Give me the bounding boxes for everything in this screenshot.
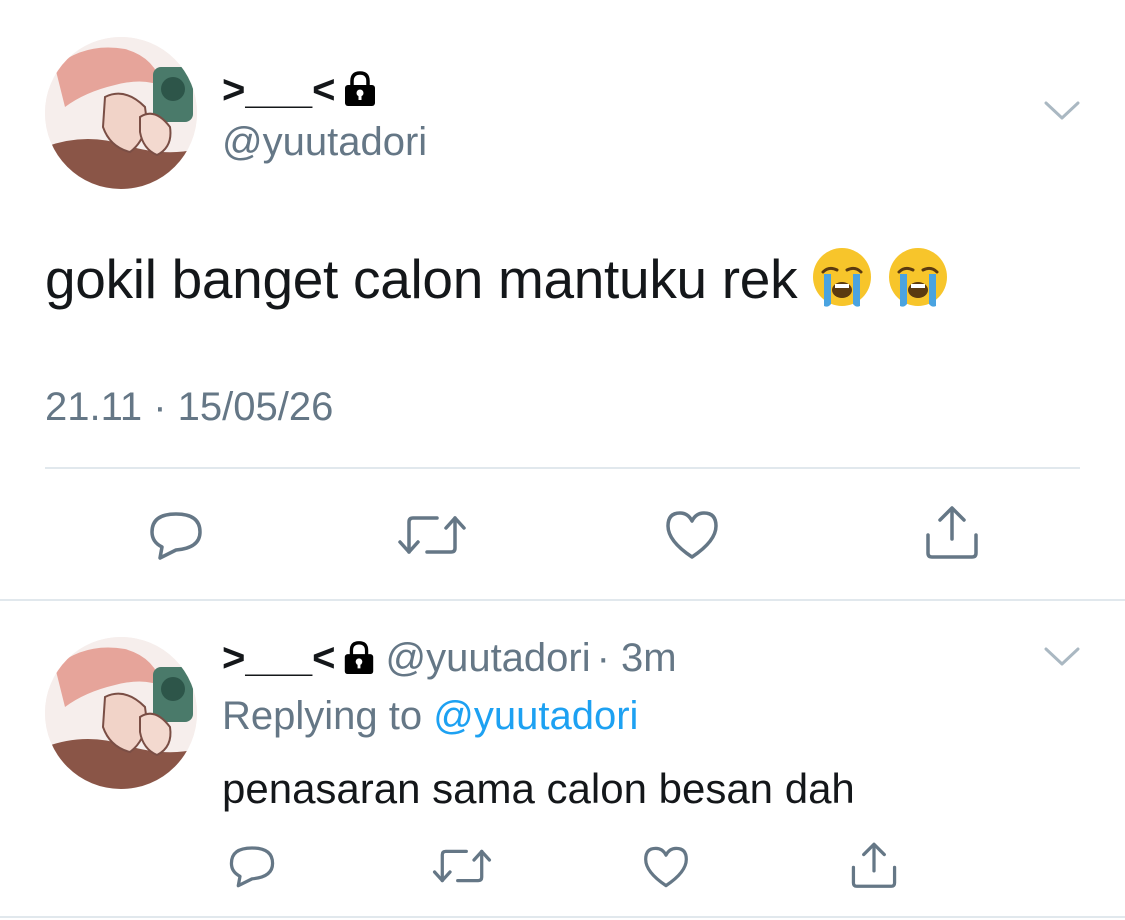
divider bbox=[45, 467, 1080, 469]
share-icon bbox=[851, 842, 897, 888]
loudly-crying-face-icon bbox=[811, 246, 873, 322]
like-button[interactable] bbox=[642, 845, 690, 889]
heart-icon bbox=[666, 511, 718, 559]
reply-text: penasaran sama calon besan dah bbox=[222, 765, 855, 812]
share-button[interactable] bbox=[850, 840, 898, 888]
avatar-image bbox=[45, 637, 197, 789]
share-button[interactable] bbox=[924, 503, 980, 559]
avatar[interactable] bbox=[45, 37, 197, 189]
heart-icon bbox=[644, 846, 688, 888]
reply-header: >___< @yuutadori · 3m bbox=[222, 634, 677, 686]
tweet-text-content: gokil banget calon mantuku rek bbox=[45, 248, 798, 310]
reply-icon bbox=[229, 846, 275, 888]
reply-button[interactable] bbox=[148, 510, 204, 560]
replying-label: Replying to bbox=[222, 694, 423, 738]
handle[interactable]: @yuutadori bbox=[385, 636, 590, 680]
display-name[interactable]: >___< bbox=[222, 66, 379, 118]
tweet-text: gokil banget calon mantuku rek bbox=[45, 246, 949, 322]
retweet-icon bbox=[432, 849, 492, 883]
divider bbox=[0, 916, 1125, 918]
display-name-text: >___< bbox=[222, 68, 336, 112]
chevron-down-icon[interactable] bbox=[1044, 100, 1080, 127]
mention-link[interactable]: @yuutadori bbox=[433, 694, 638, 738]
avatar[interactable] bbox=[45, 637, 197, 789]
share-icon bbox=[926, 506, 978, 559]
retweet-button[interactable] bbox=[397, 512, 467, 558]
divider bbox=[0, 599, 1125, 601]
handle[interactable]: @yuutadori bbox=[222, 118, 427, 166]
retweet-icon bbox=[398, 516, 466, 554]
lock-icon bbox=[341, 638, 377, 686]
replying-to: Replying to @yuutadori bbox=[222, 692, 638, 740]
loudly-crying-face-icon bbox=[887, 246, 949, 322]
reply-button[interactable] bbox=[228, 844, 276, 888]
chevron-down-icon[interactable] bbox=[1044, 646, 1080, 673]
time-ago[interactable]: · 3m bbox=[597, 636, 677, 680]
reply-icon bbox=[150, 512, 202, 560]
tweet-timestamp[interactable]: 21.11 · 15/05/26 bbox=[45, 383, 333, 431]
display-name[interactable]: >___< bbox=[222, 636, 335, 680]
like-button[interactable] bbox=[664, 509, 720, 561]
lock-icon bbox=[341, 69, 379, 118]
avatar-image bbox=[45, 37, 197, 189]
retweet-button[interactable] bbox=[432, 846, 492, 886]
